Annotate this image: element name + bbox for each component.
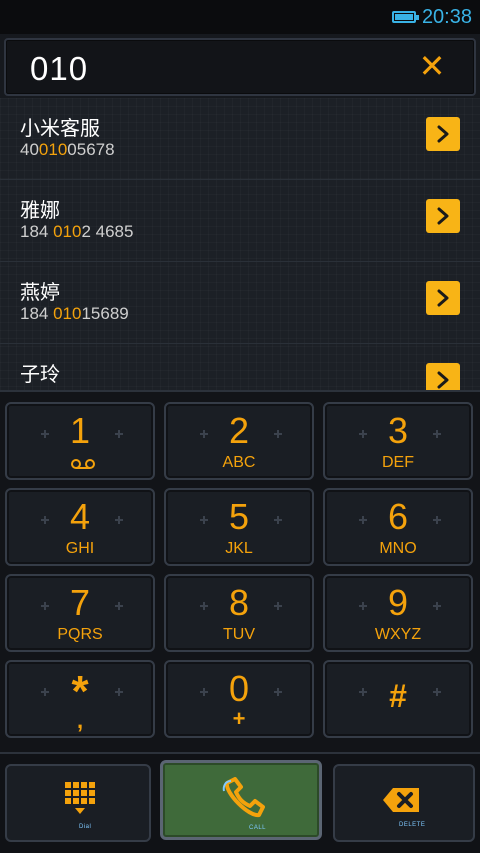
status-time: 20:38 — [421, 5, 472, 28]
key-letters: , — [76, 708, 84, 733]
contact-number: 184 0102 4685 — [20, 222, 134, 241]
contact-detail-button[interactable] — [426, 363, 460, 390]
contact-row[interactable]: 子玲 — [0, 344, 480, 390]
key-letters: PQRS — [57, 626, 103, 643]
backspace-icon — [383, 788, 419, 812]
match-highlight: 010 — [38, 140, 68, 159]
contact-number: 184 01015689 — [20, 304, 129, 323]
phone-handset-icon — [222, 777, 265, 817]
delete-button[interactable]: DELETE — [333, 764, 475, 842]
contact-row[interactable]: 燕婷 184 01015689 — [0, 262, 480, 344]
key-letters: GHI — [65, 540, 95, 557]
key-9[interactable]: 9 WXYZ — [323, 574, 473, 652]
key-letters: MNO — [379, 540, 417, 557]
key-letters: TUV — [223, 626, 255, 643]
key-letters: + — [232, 706, 246, 731]
contact-suggestion-list[interactable]: 小米客服 4001005678 雅娜 184 0102 4685 燕婷 184 … — [0, 98, 480, 390]
dial-keypad: 1 2 ABC 3 DEF 4 GHI 5 JKL 6 MNO 7 PQRS 8… — [0, 390, 480, 752]
match-highlight: 010 — [53, 304, 82, 323]
key-digit: 3 — [387, 410, 409, 451]
match-highlight: 010 — [53, 222, 82, 241]
key-1[interactable]: 1 — [5, 402, 155, 480]
key-digit: 5 — [228, 496, 250, 537]
key-digit: 9 — [387, 582, 409, 623]
key-letters: DEF — [382, 454, 414, 471]
dial-label: Dial — [79, 824, 92, 830]
call-button[interactable]: CALL — [160, 760, 322, 840]
contact-detail-button[interactable] — [426, 117, 460, 151]
key-4[interactable]: 4 GHI — [5, 488, 155, 566]
chevron-right-icon — [437, 289, 449, 307]
contact-name: 子玲 — [20, 364, 60, 386]
dialpad-grid-icon — [65, 782, 95, 814]
dialpad-toggle-button[interactable]: Dial — [5, 764, 151, 842]
clear-icon[interactable]: ✕ — [418, 50, 446, 82]
key-2[interactable]: 2 ABC — [164, 402, 314, 480]
delete-label: DELETE — [399, 822, 426, 828]
key-hash[interactable]: # — [323, 660, 473, 738]
chevron-right-icon — [437, 371, 449, 389]
key-digit: 8 — [228, 582, 250, 623]
call-label: CALL — [249, 825, 267, 831]
chevron-right-icon — [437, 207, 449, 225]
key-3[interactable]: 3 DEF — [323, 402, 473, 480]
contact-row[interactable]: 雅娜 184 0102 4685 — [0, 180, 480, 262]
contact-detail-button[interactable] — [426, 281, 460, 315]
battery-icon — [391, 11, 419, 23]
key-digit: 6 — [387, 496, 409, 537]
contact-name: 燕婷 — [20, 282, 60, 304]
key-digit: 2 — [228, 410, 250, 451]
status-bar: 20:38 — [0, 0, 480, 34]
key-digit: 0 — [228, 668, 250, 709]
contact-row[interactable]: 小米客服 4001005678 — [0, 98, 480, 180]
voicemail-icon — [71, 459, 95, 469]
key-digit: * — [71, 667, 89, 716]
key-letters: JKL — [225, 540, 253, 557]
key-digit: 4 — [69, 496, 91, 537]
contact-name: 小米客服 — [20, 118, 100, 140]
contact-name: 雅娜 — [20, 200, 60, 222]
bottom-action-bar: Dial CALL DELETE — [0, 752, 480, 853]
key-0[interactable]: 0 + — [164, 660, 314, 738]
key-digit: 7 — [69, 582, 91, 623]
key-7[interactable]: 7 PQRS — [5, 574, 155, 652]
chevron-right-icon — [437, 125, 449, 143]
key-letters: ABC — [222, 454, 256, 471]
key-5[interactable]: 5 JKL — [164, 488, 314, 566]
dialed-number: 010 — [30, 50, 89, 87]
key-star[interactable]: * , — [5, 660, 155, 738]
key-digit: # — [389, 678, 407, 714]
contact-detail-button[interactable] — [426, 199, 460, 233]
key-letters: WXYZ — [374, 626, 422, 643]
number-input-bar[interactable]: 010 ✕ — [4, 38, 476, 96]
contact-number: 4001005678 — [20, 140, 115, 159]
key-6[interactable]: 6 MNO — [323, 488, 473, 566]
key-digit: 1 — [69, 410, 91, 451]
key-8[interactable]: 8 TUV — [164, 574, 314, 652]
